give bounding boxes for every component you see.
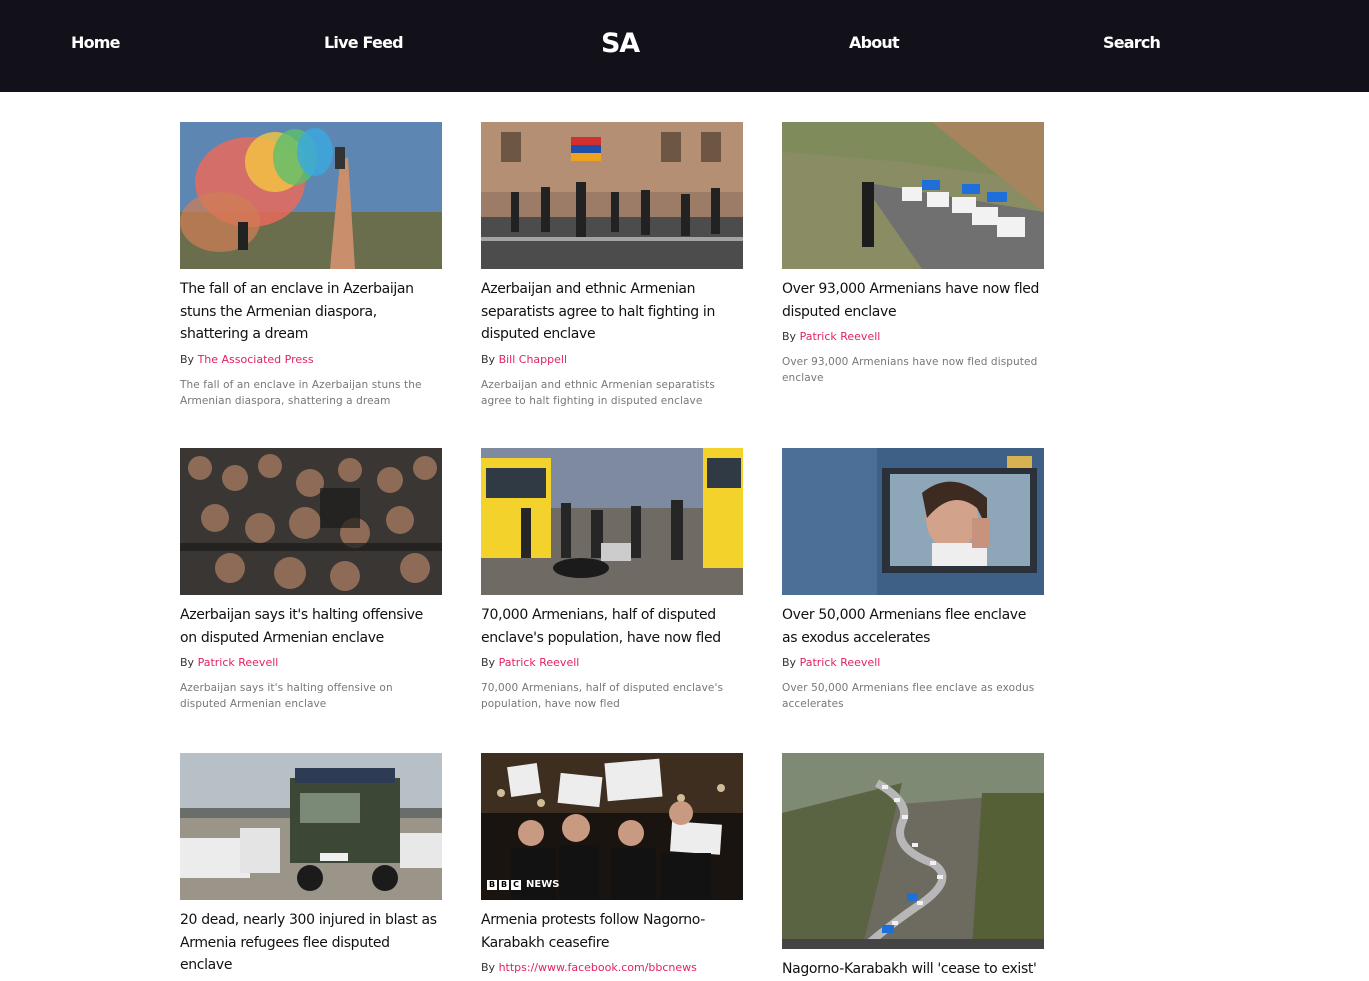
article-author-link[interactable]: https://www.facebook.com/bbcnews — [499, 961, 697, 974]
byline-prefix: By — [782, 656, 797, 669]
site-logo[interactable]: SA — [601, 28, 640, 59]
article-summary: Azerbaijan says it's halting offensive o… — [180, 682, 393, 710]
article-byline: By Patrick Reevell — [481, 656, 743, 670]
article-title[interactable]: 20 dead, nearly 300 injured in blast as … — [180, 909, 442, 977]
mountain-road-convoy-photo — [782, 753, 1044, 949]
article-card: 20 dead, nearly 300 injured in blast as … — [180, 753, 442, 977]
colored-smoke-flare-photo — [180, 122, 442, 269]
article-author-link[interactable]: Patrick Reevell — [198, 656, 279, 669]
article-image[interactable] — [180, 753, 442, 900]
article-image[interactable] — [782, 753, 1044, 949]
truck-refugees-photo — [180, 753, 442, 900]
nav-home-link[interactable]: Home — [71, 33, 121, 52]
article-author-link[interactable]: Patrick Reevell — [800, 330, 881, 343]
nav-search-link[interactable]: Search — [1103, 33, 1161, 52]
bbc-news-badge: BBC NEWS — [487, 879, 560, 890]
article-image[interactable] — [782, 122, 1044, 269]
article-summary: Over 50,000 Armenians flee enclave as ex… — [782, 682, 1035, 710]
crowd-clash-photo — [180, 448, 442, 595]
article-card: Over 50,000 Armenians flee enclave as ex… — [782, 448, 1044, 712]
car-convoy-road-photo — [782, 122, 1044, 269]
article-card: Over 93,000 Armenians have now fled disp… — [782, 122, 1044, 386]
article-card: Azerbaijan says it's halting offensive o… — [180, 448, 442, 712]
article-byline: By Patrick Reevell — [180, 656, 442, 670]
article-author-link[interactable]: Patrick Reevell — [499, 656, 580, 669]
article-author-link[interactable]: The Associated Press — [198, 353, 314, 366]
article-title[interactable]: Over 93,000 Armenians have now fled disp… — [782, 278, 1044, 323]
woman-crying-window-photo — [782, 448, 1044, 595]
article-image[interactable]: BBC NEWS — [481, 753, 743, 900]
article-byline: By The Associated Press — [180, 353, 442, 367]
article-author-link[interactable]: Bill Chappell — [499, 353, 567, 366]
article-card: Nagorno-Karabakh will 'cease to exist' — [782, 753, 1044, 981]
night-protest-signs-photo — [481, 753, 743, 900]
byline-prefix: By — [481, 656, 496, 669]
article-byline: By Patrick Reevell — [782, 330, 1044, 344]
byline-prefix: By — [180, 352, 195, 366]
article-image[interactable] — [782, 448, 1044, 595]
article-author-link[interactable]: Patrick Reevell — [800, 656, 881, 669]
article-summary: Azerbaijan and ethnic Armenian separatis… — [481, 378, 715, 407]
article-title[interactable]: The fall of an enclave in Azerbaijan stu… — [180, 278, 442, 346]
nav-live-feed-link[interactable]: Live Feed — [324, 33, 404, 52]
article-title[interactable]: Armenia protests follow Nagorno-Karabakh… — [481, 909, 743, 954]
byline-prefix: By — [481, 961, 496, 974]
article-title[interactable]: Over 50,000 Armenians flee enclave as ex… — [782, 604, 1044, 649]
article-title[interactable]: 70,000 Armenians, half of disputed encla… — [481, 604, 743, 649]
article-image[interactable] — [180, 122, 442, 269]
article-card: The fall of an enclave in Azerbaijan stu… — [180, 122, 442, 409]
article-title[interactable]: Nagorno-Karabakh will 'cease to exist' — [782, 958, 1044, 981]
article-card: Azerbaijan and ethnic Armenian separatis… — [481, 122, 743, 409]
article-image[interactable] — [481, 122, 743, 269]
top-navigation-bar: Home Live Feed SA About Search — [0, 0, 1369, 92]
refugees-buses-photo — [481, 448, 743, 595]
byline-prefix: By — [180, 656, 195, 669]
article-byline: By Patrick Reevell — [782, 656, 1044, 670]
article-summary: The fall of an enclave in Azerbaijan stu… — [180, 378, 422, 407]
article-byline: By https://www.facebook.com/bbcnews — [481, 961, 743, 975]
bbc-news-label: NEWS — [526, 879, 560, 890]
byline-prefix: By — [481, 352, 496, 366]
article-image[interactable] — [180, 448, 442, 595]
article-title[interactable]: Azerbaijan and ethnic Armenian separatis… — [481, 278, 743, 346]
article-summary: 70,000 Armenians, half of disputed encla… — [481, 682, 724, 710]
byline-prefix: By — [782, 330, 797, 343]
nav-about-link[interactable]: About — [849, 33, 900, 52]
street-protest-flag-photo — [481, 122, 743, 269]
article-image[interactable] — [481, 448, 743, 595]
article-title[interactable]: Azerbaijan says it's halting offensive o… — [180, 604, 442, 649]
article-summary: Over 93,000 Armenians have now fled disp… — [782, 356, 1038, 384]
article-card: 70,000 Armenians, half of disputed encla… — [481, 448, 743, 712]
article-byline: By Bill Chappell — [481, 353, 743, 367]
article-card: BBC NEWS Armenia protests follow Nagorno… — [481, 753, 743, 975]
